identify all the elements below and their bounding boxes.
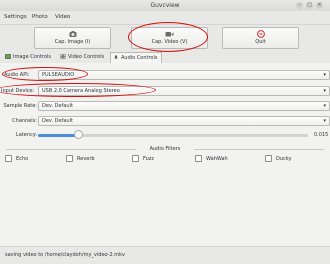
menu-bar: Settings Photo Video bbox=[0, 11, 330, 25]
menu-video[interactable]: Video bbox=[55, 14, 70, 20]
sample-rate-select[interactable]: Dev. Default ▾ bbox=[38, 101, 330, 111]
close-icon[interactable]: × bbox=[316, 2, 323, 9]
audio-filters-heading: Audio Filters bbox=[0, 146, 330, 152]
input-device-label: Input Device: bbox=[1, 88, 35, 94]
channels-value: Dev. Default bbox=[42, 118, 73, 124]
chevron-down-icon: ▾ bbox=[323, 72, 326, 78]
tab-image-controls-label: Image Controls bbox=[13, 54, 51, 60]
channels-select[interactable]: Dev. Default ▾ bbox=[38, 116, 330, 126]
microphone-icon bbox=[113, 55, 119, 59]
film-icon bbox=[60, 54, 66, 59]
tab-video-controls-label: Video Controls bbox=[68, 54, 105, 60]
filter-wahwah-checkbox[interactable]: WahWah bbox=[195, 155, 228, 162]
menu-settings[interactable]: Settings bbox=[4, 14, 27, 20]
window-title: Guvcview bbox=[150, 2, 180, 9]
input-device-value: USB 2.0 Camera Analog Stereo bbox=[42, 88, 120, 94]
chevron-down-icon: ▾ bbox=[323, 88, 326, 94]
filter-wahwah-label: WahWah bbox=[206, 156, 228, 162]
filter-fuzz-checkbox[interactable]: Fuzz bbox=[132, 155, 154, 162]
quit-icon bbox=[256, 30, 265, 38]
latency-slider-handle[interactable] bbox=[74, 130, 83, 139]
checkbox-icon bbox=[265, 155, 272, 162]
latency-label: Latency: bbox=[15, 132, 37, 138]
input-device-select[interactable]: USB 2.0 Camera Analog Stereo ▾ bbox=[38, 86, 330, 96]
tab-audio-controls-label: Audio Controls bbox=[121, 55, 158, 61]
latency-slider-fill bbox=[38, 134, 79, 137]
sample-rate-label: Sample Rate: bbox=[3, 103, 38, 109]
menu-photo[interactable]: Photo bbox=[32, 14, 48, 20]
cap-image-label: Cap. Image (I) bbox=[54, 39, 91, 45]
filter-echo-label: Echo bbox=[16, 156, 29, 162]
sample-rate-value: Dev. Default bbox=[42, 103, 73, 109]
filter-reverb-checkbox[interactable]: Reverb bbox=[66, 155, 95, 162]
channels-label: Channels: bbox=[12, 118, 37, 124]
audio-api-select[interactable]: PULSEAUDIO ▾ bbox=[38, 70, 330, 80]
video-camera-icon bbox=[165, 32, 174, 37]
status-bar: saving video to /home/claydoh/my_video-2… bbox=[0, 246, 330, 264]
filter-reverb-label: Reverb bbox=[77, 156, 95, 162]
filter-echo-checkbox[interactable]: Echo bbox=[5, 155, 28, 162]
maximize-icon[interactable]: □ bbox=[306, 2, 313, 9]
checkbox-icon bbox=[132, 155, 139, 162]
chevron-down-icon: ▾ bbox=[323, 118, 326, 124]
status-text: saving video to /home/claydoh/my_video-2… bbox=[5, 252, 125, 258]
camera-icon bbox=[69, 31, 76, 37]
minimize-icon[interactable]: – bbox=[296, 2, 303, 9]
filter-ducky-label: Ducky bbox=[276, 156, 292, 162]
chevron-down-icon: ▾ bbox=[323, 103, 326, 109]
cap-video-button[interactable]: Cap. Video (V) bbox=[131, 27, 208, 49]
audio-filters-title: Audio Filters bbox=[146, 146, 184, 152]
checkbox-icon bbox=[66, 155, 73, 162]
audio-api-label: Audio API: bbox=[4, 72, 30, 78]
quit-label: Quit bbox=[255, 39, 266, 45]
tab-video-controls[interactable]: Video Controls bbox=[58, 52, 110, 63]
filter-fuzz-label: Fuzz bbox=[143, 156, 155, 162]
cap-image-button[interactable]: Cap. Image (I) bbox=[34, 27, 111, 49]
latency-value: 0.015 bbox=[314, 132, 329, 138]
audio-api-value: PULSEAUDIO bbox=[42, 72, 75, 78]
tab-image-controls[interactable]: Image Controls bbox=[3, 52, 57, 63]
checkbox-icon bbox=[5, 155, 12, 162]
quit-button[interactable]: Quit bbox=[222, 27, 299, 49]
cap-video-label: Cap. Video (V) bbox=[151, 39, 188, 45]
checkbox-icon bbox=[195, 155, 202, 162]
filter-ducky-checkbox[interactable]: Ducky bbox=[265, 155, 291, 162]
image-icon bbox=[5, 54, 11, 59]
